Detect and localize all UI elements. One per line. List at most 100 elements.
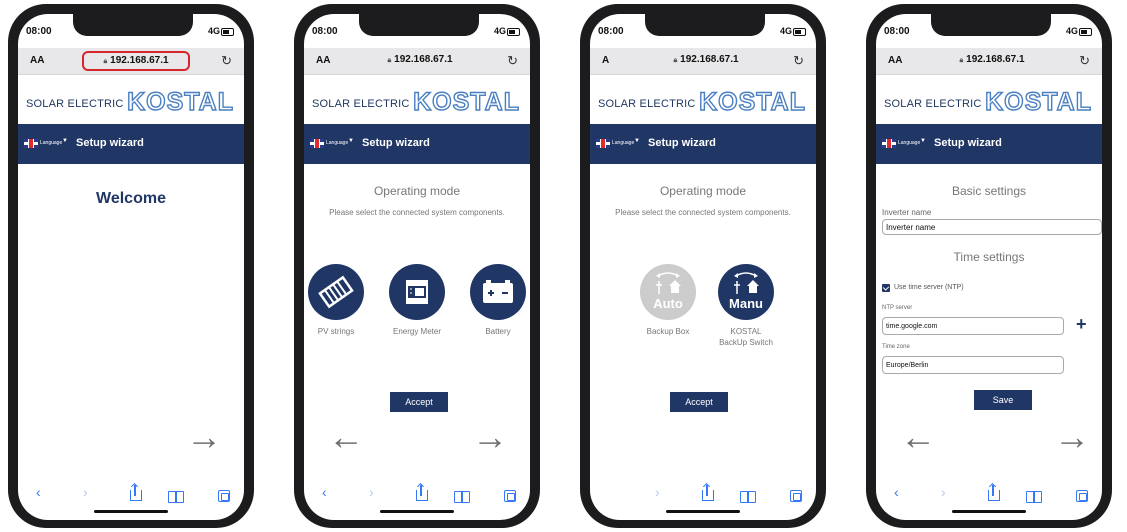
- logo-prefix: SOLAR ELECTRIC: [26, 98, 124, 110]
- address-bar[interactable]: AA 🔒︎ 192.168.67.1 ↻: [876, 48, 1102, 75]
- logo-name: KOSTAL: [126, 87, 234, 116]
- phone-operating-mode: 08:00 4G AA 🔒︎ 192.168.67.1 ↻ SOLAR ELECT…: [294, 4, 540, 528]
- previous-arrow-icon[interactable]: ←: [900, 419, 936, 455]
- address-bar[interactable]: AA 🔒︎ 192.168.67.1 ↻: [304, 48, 530, 75]
- uk-flag-icon[interactable]: [882, 139, 896, 148]
- uk-flag-icon[interactable]: [596, 139, 610, 148]
- url-field[interactable]: 🔒︎ 192.168.67.1: [940, 54, 1044, 68]
- tabs-icon[interactable]: [1076, 489, 1088, 505]
- forward-icon[interactable]: ›: [369, 484, 374, 500]
- forward-icon[interactable]: ›: [941, 484, 946, 500]
- section-heading: Operating mode: [659, 184, 747, 198]
- address-bar[interactable]: A 🔒︎ 192.168.67.1 ↻: [590, 48, 816, 75]
- time-zone-select[interactable]: Europe/Berlin: [882, 356, 1064, 374]
- option-backup-box[interactable]: Auto Backup Box: [634, 264, 702, 337]
- back-icon[interactable]: ‹: [36, 484, 41, 500]
- reload-icon[interactable]: ↻: [221, 53, 232, 69]
- kostal-logo: SOLAR ELECTRIC KOSTAL: [590, 82, 816, 122]
- backup-switch-manu-icon[interactable]: Manu: [718, 264, 774, 320]
- share-icon[interactable]: [130, 485, 142, 504]
- battery-icon[interactable]: [470, 264, 526, 320]
- reload-icon[interactable]: ↻: [507, 53, 518, 69]
- logo-name: KOSTAL: [984, 87, 1092, 116]
- status-time: 08:00: [598, 26, 624, 37]
- address-bar[interactable]: AA 🔒︎ 192.168.67.1 ↻: [18, 48, 244, 75]
- forward-icon[interactable]: ›: [83, 484, 88, 500]
- backup-mode-content: Operating mode Please select the connect…: [590, 164, 816, 464]
- save-button[interactable]: Save: [974, 390, 1032, 410]
- share-icon[interactable]: [988, 485, 1000, 504]
- chevron-down-icon[interactable]: ▼: [634, 138, 640, 144]
- next-arrow-icon[interactable]: →: [186, 419, 222, 455]
- bookmarks-icon[interactable]: [740, 490, 756, 506]
- inverter-name-label: Inverter name: [882, 208, 932, 217]
- next-arrow-icon[interactable]: →: [1054, 419, 1090, 455]
- phone-backup-mode: 08:00 4G A 🔒︎ 192.168.67.1 ↻ SOLAR ELECTR…: [580, 4, 826, 528]
- pv-panel-icon[interactable]: [308, 264, 364, 320]
- battery-status-icon: [793, 27, 806, 36]
- bookmarks-icon[interactable]: [454, 490, 470, 506]
- ntp-checkbox-label: Use time server (NTP): [894, 284, 964, 291]
- browser-toolbar: ‹ ›: [876, 474, 1102, 520]
- ntp-checkbox[interactable]: [882, 284, 890, 292]
- backup-box-auto-icon[interactable]: Auto: [640, 264, 696, 320]
- accept-button[interactable]: Accept: [670, 392, 728, 412]
- language-selector[interactable]: Language: [898, 140, 920, 146]
- bookmarks-icon[interactable]: [168, 490, 184, 506]
- phone-welcome: 08:00 4G AA 🔒︎ 192.168.67.1 ↻ SOLAR ELECT…: [8, 4, 254, 528]
- url-field[interactable]: 🔒︎ 192.168.67.1: [654, 54, 758, 68]
- bookmarks-icon[interactable]: [1026, 490, 1042, 506]
- signal-label: 4G: [493, 26, 506, 36]
- uk-flag-icon[interactable]: [310, 139, 324, 148]
- chevron-down-icon[interactable]: ▼: [348, 138, 354, 144]
- page-title: Setup wizard: [76, 137, 144, 149]
- reload-icon[interactable]: ↻: [1079, 53, 1090, 69]
- share-icon[interactable]: [416, 485, 428, 504]
- language-selector[interactable]: Language: [326, 140, 348, 146]
- notch: [73, 14, 193, 36]
- chevron-down-icon[interactable]: ▼: [920, 138, 926, 144]
- tabs-icon[interactable]: [218, 489, 230, 505]
- tabs-icon[interactable]: [504, 489, 516, 505]
- component-label: PV strings: [317, 327, 355, 336]
- option-kostal-backup-switch[interactable]: Manu KOSTAL BackUp Switch: [712, 264, 780, 348]
- text-size-button[interactable]: AA: [888, 55, 902, 66]
- lock-icon: 🔒︎: [387, 57, 392, 64]
- component-battery[interactable]: Battery: [464, 264, 530, 337]
- energy-meter-icon[interactable]: [389, 264, 445, 320]
- back-icon[interactable]: ‹: [322, 484, 327, 500]
- text-size-button[interactable]: A: [602, 55, 609, 66]
- url-field[interactable]: 🔒︎ 192.168.67.1: [368, 54, 472, 68]
- wizard-navbar: Language ▼ Setup wizard: [590, 124, 816, 164]
- component-energy-meter[interactable]: Energy Meter: [383, 264, 451, 337]
- share-icon[interactable]: [702, 485, 714, 504]
- logo-prefix: SOLAR ELECTRIC: [884, 98, 982, 110]
- text-size-button[interactable]: AA: [316, 55, 330, 66]
- language-selector[interactable]: Language: [612, 140, 634, 146]
- back-icon[interactable]: ‹: [894, 484, 899, 500]
- add-ntp-server-icon[interactable]: +: [1076, 314, 1087, 335]
- browser-toolbar: ›: [590, 474, 816, 520]
- home-indicator: [94, 510, 168, 513]
- previous-arrow-icon[interactable]: ←: [328, 419, 364, 455]
- kostal-logo: SOLAR ELECTRIC KOSTAL: [18, 82, 244, 122]
- page-title: Setup wizard: [934, 137, 1002, 149]
- reload-icon[interactable]: ↻: [793, 53, 804, 69]
- language-selector[interactable]: Language: [40, 140, 62, 146]
- forward-icon[interactable]: ›: [655, 484, 660, 500]
- chevron-down-icon[interactable]: ▼: [62, 138, 68, 144]
- home-indicator: [952, 510, 1026, 513]
- component-pv-strings[interactable]: PV strings: [304, 264, 370, 337]
- url-field-highlighted[interactable]: 🔒︎ 192.168.67.1: [82, 51, 190, 71]
- home-indicator: [380, 510, 454, 513]
- tabs-icon[interactable]: [790, 489, 802, 505]
- accept-button[interactable]: Accept: [390, 392, 448, 412]
- time-settings-heading: Time settings: [953, 250, 1025, 264]
- next-arrow-icon[interactable]: →: [472, 419, 508, 455]
- ntp-server-input[interactable]: time.google.com: [882, 317, 1064, 335]
- uk-flag-icon[interactable]: [24, 139, 38, 148]
- text-size-button[interactable]: AA: [30, 55, 44, 66]
- status-indicators: 4G: [208, 26, 234, 36]
- logo-name: KOSTAL: [698, 87, 806, 116]
- inverter-name-input[interactable]: Inverter name: [882, 219, 1102, 235]
